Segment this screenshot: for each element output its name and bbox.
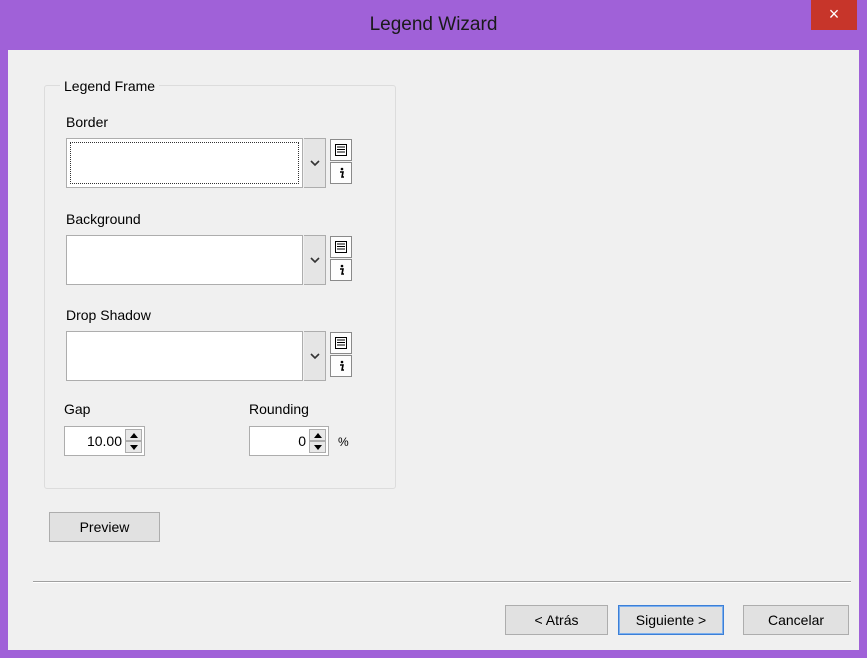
arrow-down-icon (129, 444, 138, 450)
arrow-up-icon (129, 432, 138, 438)
gap-label: Gap (64, 401, 91, 417)
list-icon (335, 337, 347, 349)
rounding-up-button[interactable] (309, 429, 326, 441)
list-icon (335, 241, 347, 253)
dialog-client-area: Legend Frame Border Background Drop Shad… (8, 50, 859, 650)
rounding-value: 0 (298, 433, 306, 449)
border-combo-focus (70, 142, 299, 184)
border-info-button[interactable] (330, 162, 352, 184)
border-dropdown-button[interactable] (304, 138, 326, 188)
cancel-button[interactable]: Cancelar (743, 605, 849, 635)
window-title: Legend Wizard (369, 14, 498, 35)
footer-divider (33, 581, 851, 583)
rounding-unit: % (338, 435, 349, 449)
border-list-button[interactable] (330, 139, 352, 161)
border-combo[interactable] (66, 138, 303, 188)
rounding-spinner[interactable]: 0 (249, 426, 329, 456)
info-icon (340, 264, 344, 275)
chevron-down-icon (309, 159, 320, 166)
chevron-down-icon (309, 352, 320, 359)
background-info-button[interactable] (330, 259, 352, 281)
drop-shadow-dropdown-button[interactable] (304, 331, 326, 381)
info-icon (340, 167, 344, 178)
info-icon (340, 360, 344, 371)
background-label: Background (66, 211, 141, 227)
gap-spinner[interactable]: 10.00 (64, 426, 145, 456)
gap-down-button[interactable] (125, 441, 142, 453)
gap-up-button[interactable] (125, 429, 142, 441)
close-button[interactable]: × (811, 0, 857, 30)
gap-value: 10.00 (86, 433, 122, 449)
next-button[interactable]: Siguiente > (618, 605, 724, 635)
background-list-button[interactable] (330, 236, 352, 258)
arrow-up-icon (313, 432, 322, 438)
background-dropdown-button[interactable] (304, 235, 326, 285)
drop-shadow-combo[interactable] (66, 331, 303, 381)
chevron-down-icon (309, 256, 320, 263)
rounding-down-button[interactable] (309, 441, 326, 453)
rounding-label: Rounding (249, 401, 309, 417)
drop-shadow-list-button[interactable] (330, 332, 352, 354)
list-icon (335, 144, 347, 156)
preview-button[interactable]: Preview (49, 512, 160, 542)
drop-shadow-label: Drop Shadow (66, 307, 151, 323)
arrow-down-icon (313, 444, 322, 450)
legend-frame-title: Legend Frame (60, 78, 160, 94)
drop-shadow-info-button[interactable] (330, 355, 352, 377)
title-bar: Legend Wizard × (0, 0, 867, 50)
back-button[interactable]: < Atrás (505, 605, 608, 635)
background-combo[interactable] (66, 235, 303, 285)
border-label: Border (66, 114, 109, 130)
close-icon: × (828, 4, 840, 24)
